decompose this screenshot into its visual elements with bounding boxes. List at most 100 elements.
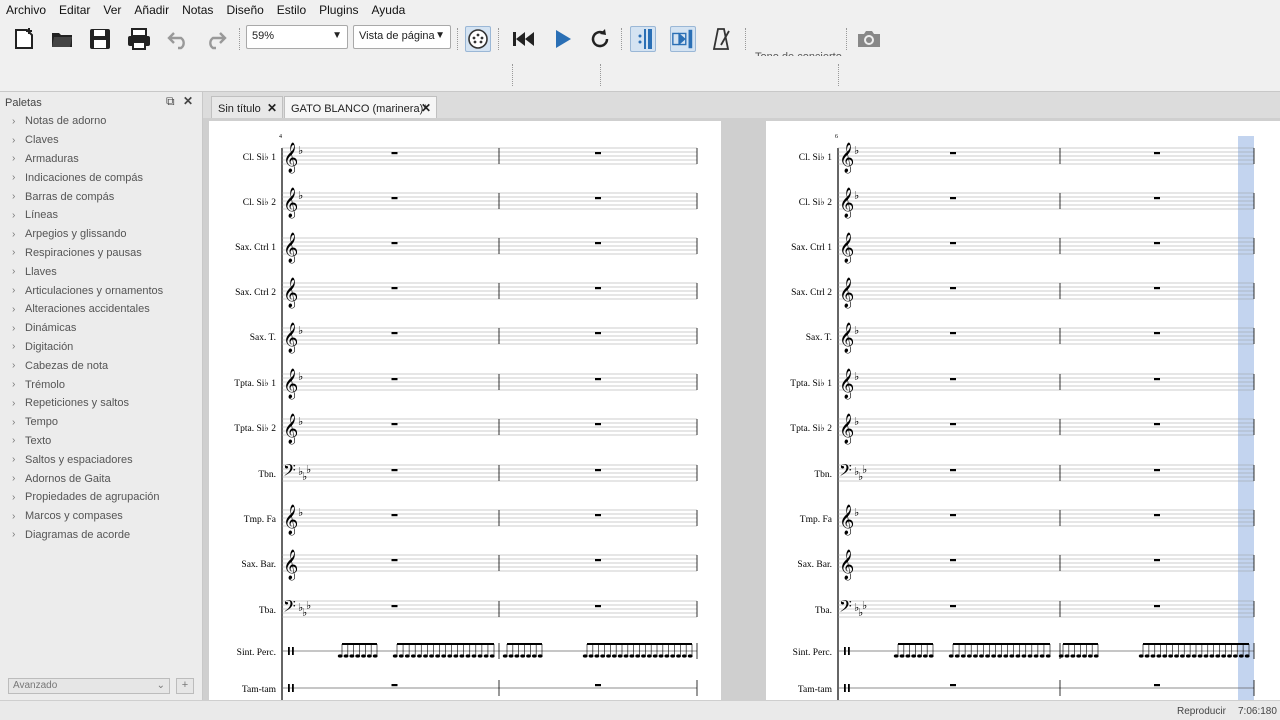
- metronome-icon[interactable]: [709, 26, 735, 52]
- camera-icon[interactable]: [856, 26, 882, 52]
- close-icon[interactable]: ✕: [183, 94, 193, 108]
- notehead: [520, 654, 526, 658]
- chevron-down-icon: ⌄: [156, 680, 165, 691]
- whole-rest: [950, 287, 956, 290]
- menu-plugins[interactable]: Plugins: [319, 3, 358, 17]
- palette-item[interactable]: › Barras de compás: [0, 187, 200, 206]
- midi-input-icon[interactable]: [465, 26, 491, 52]
- chevron-right-icon: ›: [12, 473, 16, 485]
- palette-item-label: Texto: [25, 434, 52, 447]
- palette-item[interactable]: › Respiraciones y pausas: [0, 244, 200, 263]
- menu-anadir[interactable]: Añadir: [134, 3, 169, 17]
- notehead: [588, 654, 594, 658]
- palette-item[interactable]: › Repeticiones y saltos: [0, 394, 200, 413]
- palette-item[interactable]: › Llaves: [0, 262, 200, 281]
- key-flat: ♭: [298, 189, 303, 202]
- whole-rest: [950, 332, 956, 335]
- treble-clef: 𝄞: [283, 549, 298, 581]
- palette-item[interactable]: › Cabezas de nota: [0, 356, 200, 375]
- play-repeats-icon[interactable]: [630, 26, 656, 52]
- menu-estilo[interactable]: Estilo: [277, 3, 306, 17]
- notehead: [1162, 654, 1168, 658]
- undock-icon[interactable]: ⧉: [166, 94, 175, 109]
- percussion-clef: [288, 684, 290, 692]
- palette-item[interactable]: › Arpegios y glissando: [0, 225, 200, 244]
- loop-icon[interactable]: [587, 26, 613, 52]
- menu-ayuda[interactable]: Ayuda: [372, 3, 406, 17]
- score-canvas[interactable]: 4 Cl. Si♭ 1 𝄞 ♭ Cl. Si♭ 2 𝄞 ♭ Sax. Ctrl 1 𝄞 Sax. …: [203, 118, 1280, 700]
- chevron-right-icon: ›: [12, 491, 16, 503]
- whole-rest: [595, 514, 601, 517]
- palette-item[interactable]: › Alteraciones accidentales: [0, 300, 200, 319]
- menu-archivo[interactable]: Archivo: [6, 3, 46, 17]
- notehead: [911, 654, 917, 658]
- whole-rest: [950, 469, 956, 472]
- palette-item[interactable]: › Digitación: [0, 338, 200, 357]
- workspace-value: Avanzado: [13, 680, 58, 691]
- tab-sin-titulo[interactable]: Sin título ✕: [211, 96, 283, 118]
- percussion-clef: [848, 684, 850, 692]
- palette-item[interactable]: › Tempo: [0, 413, 200, 432]
- palette-item[interactable]: › Indicaciones de compás: [0, 168, 200, 187]
- notehead: [447, 654, 453, 658]
- key-flat: ♭: [854, 370, 859, 383]
- chevron-right-icon: ›: [12, 172, 16, 184]
- palette-item[interactable]: › Marcos y compases: [0, 507, 200, 526]
- notehead: [899, 654, 905, 658]
- treble-clef: 𝄞: [283, 232, 298, 264]
- close-icon[interactable]: ✕: [267, 101, 277, 115]
- palette-item[interactable]: › Saltos y espaciadores: [0, 450, 200, 469]
- menu-editar[interactable]: Editar: [59, 3, 90, 17]
- open-folder-icon[interactable]: [49, 26, 75, 52]
- menu-diseno[interactable]: Diseño: [226, 3, 263, 17]
- notehead: [1039, 654, 1045, 658]
- staff-name: Cl. Si♭ 1: [799, 152, 833, 163]
- staff-name: Tpta. Si♭ 1: [234, 378, 276, 389]
- notehead: [973, 654, 978, 658]
- redo-icon[interactable]: [203, 26, 229, 52]
- treble-clef: 𝄞: [283, 413, 298, 445]
- palette-item[interactable]: › Trémolo: [0, 375, 200, 394]
- print-icon[interactable]: [126, 26, 152, 52]
- palette-item[interactable]: › Claves: [0, 131, 200, 150]
- new-score-icon[interactable]: [11, 26, 37, 52]
- close-icon[interactable]: ✕: [421, 101, 431, 115]
- tab-gato-blanco[interactable]: GATO BLANCO (marinera)* ✕: [284, 96, 437, 118]
- undo-icon[interactable]: [165, 26, 191, 52]
- palette-item[interactable]: › Notas de adorno: [0, 112, 200, 131]
- palette-item[interactable]: › Articulaciones y ornamentos: [0, 281, 200, 300]
- staff-name: Tba.: [259, 606, 276, 616]
- add-workspace-button[interactable]: +: [176, 678, 194, 694]
- palette-item[interactable]: › Propiedades de agrupación: [0, 488, 200, 507]
- workspace-select[interactable]: Avanzado ⌄: [8, 678, 170, 694]
- notehead: [670, 654, 676, 658]
- staff-name: Sint. Perc.: [793, 648, 832, 658]
- chevron-right-icon: ›: [12, 209, 16, 221]
- tab-label: Sin título: [218, 103, 261, 115]
- notehead: [629, 654, 635, 658]
- palette-item[interactable]: › Adornos de Gaita: [0, 469, 200, 488]
- staff-name: Tba.: [815, 606, 832, 616]
- palette-item[interactable]: › Diagramas de acorde: [0, 526, 200, 545]
- play-icon[interactable]: [549, 26, 575, 52]
- menu-notas[interactable]: Notas: [182, 3, 213, 17]
- pan-score-icon[interactable]: [670, 26, 696, 52]
- whole-rest: [595, 332, 601, 335]
- treble-clef: 𝄞: [839, 277, 854, 309]
- palette-item[interactable]: › Texto: [0, 432, 200, 451]
- percussion-clef: [292, 647, 294, 655]
- notehead: [1076, 654, 1082, 658]
- notehead: [1027, 654, 1033, 658]
- palette-item[interactable]: › Armaduras: [0, 150, 200, 169]
- whole-rest: [595, 684, 601, 687]
- zoom-select[interactable]: 59% ▼: [246, 25, 348, 49]
- notehead: [600, 654, 606, 658]
- notehead: [435, 654, 441, 658]
- menu-ver[interactable]: Ver: [103, 3, 121, 17]
- staff-name: Tbn.: [814, 470, 832, 480]
- palette-item[interactable]: › Dinámicas: [0, 319, 200, 338]
- view-mode-select[interactable]: Vista de página ▼: [353, 25, 451, 49]
- palette-item[interactable]: › Líneas: [0, 206, 200, 225]
- rewind-icon[interactable]: [511, 26, 537, 52]
- save-icon[interactable]: [87, 26, 113, 52]
